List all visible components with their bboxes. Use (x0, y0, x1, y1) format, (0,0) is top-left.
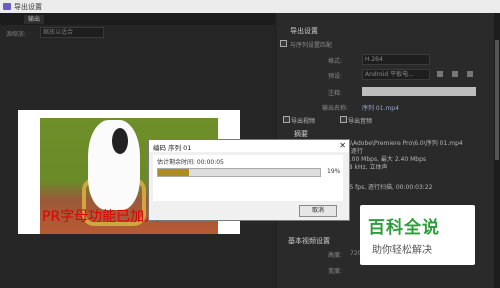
time-remaining: 估计剩余时间: 00:00:05 (157, 159, 224, 166)
format-label: 格式: (328, 58, 343, 65)
tab-output[interactable]: 输出 (24, 15, 45, 24)
preset-label: 预设: (328, 73, 343, 80)
export-audio-checkbox[interactable] (340, 116, 347, 123)
progress-fill (158, 169, 189, 176)
dialog-body: 估计剩余时间: 00:00:05 19% (153, 155, 343, 201)
export-video-label: 导出视频 (291, 118, 316, 125)
import-preset-icon[interactable] (452, 71, 458, 77)
summary-line: 01 (338, 176, 490, 184)
close-icon[interactable]: ✕ (339, 141, 346, 150)
source-scale-label: 源缩放: (6, 31, 27, 38)
summary-line: fps, 逐行 (338, 148, 363, 155)
dialog-title: 编码 序列 01 (153, 144, 192, 152)
basic-video-title: 基本视频设置 (288, 237, 330, 245)
scrollbar-thumb[interactable] (495, 40, 499, 160)
summary-title: 摘要 (294, 130, 308, 138)
source-scale-select[interactable]: 缩放以适合 (40, 27, 104, 38)
preset-select[interactable]: Android 平板电... (362, 69, 430, 80)
comments-field[interactable] (362, 87, 476, 96)
match-sequence-label: 与序列设置匹配 (290, 42, 333, 49)
summary-line: 5, 25 fps, 逐行扫描, 00:00:03:22 (338, 184, 433, 191)
summary-text: ents\Adobe\Premiere Pro\6.0\序列 01.mp4 fp… (338, 140, 490, 200)
title-bar: 导出设置 (0, 0, 500, 13)
summary-line: 体声 (338, 192, 490, 200)
summary-line: ents\Adobe\Premiere Pro\6.0\序列 01.mp4 (338, 140, 463, 147)
window-title: 导出设置 (14, 3, 42, 11)
encoding-dialog: 编码 序列 01 ✕ 估计剩余时间: 00:00:05 19% 取消 (148, 139, 350, 221)
preview-dog-ear (112, 128, 128, 154)
summary-line: z, 48 kHz, 立体声 (338, 164, 388, 171)
width-label: 宽度: (328, 268, 343, 275)
comments-label: 注释: (328, 90, 343, 97)
export-settings-title: 导出设置 (290, 27, 318, 35)
save-preset-icon[interactable] (437, 71, 443, 77)
output-name-link[interactable]: 序列 01.mp4 (362, 103, 399, 112)
match-sequence-checkbox[interactable] (280, 40, 287, 47)
progress-bar (157, 168, 321, 177)
output-name-label: 输出名称: (322, 105, 349, 112)
export-audio-label: 导出音频 (348, 118, 373, 125)
watermark-title: 百科全说 (368, 218, 440, 238)
delete-preset-icon[interactable] (467, 71, 473, 77)
watermark-logo: 百科全说 助你轻松解决 (360, 205, 475, 265)
format-select[interactable]: H.264 (362, 54, 430, 65)
export-video-checkbox[interactable] (283, 116, 290, 123)
height-label: 高度: (328, 252, 343, 259)
dialog-titlebar: 编码 序列 01 ✕ (149, 140, 349, 152)
watermark-subtitle: 助你轻松解决 (372, 245, 432, 256)
progress-percent: 19% (327, 168, 341, 175)
app-icon (3, 3, 11, 10)
cancel-button[interactable]: 取消 (299, 205, 337, 217)
overlay-text: PR字母功能已加入 (42, 209, 159, 225)
summary-line: 标 2.00 Mbps, 最大 2.40 Mbps (338, 156, 427, 163)
